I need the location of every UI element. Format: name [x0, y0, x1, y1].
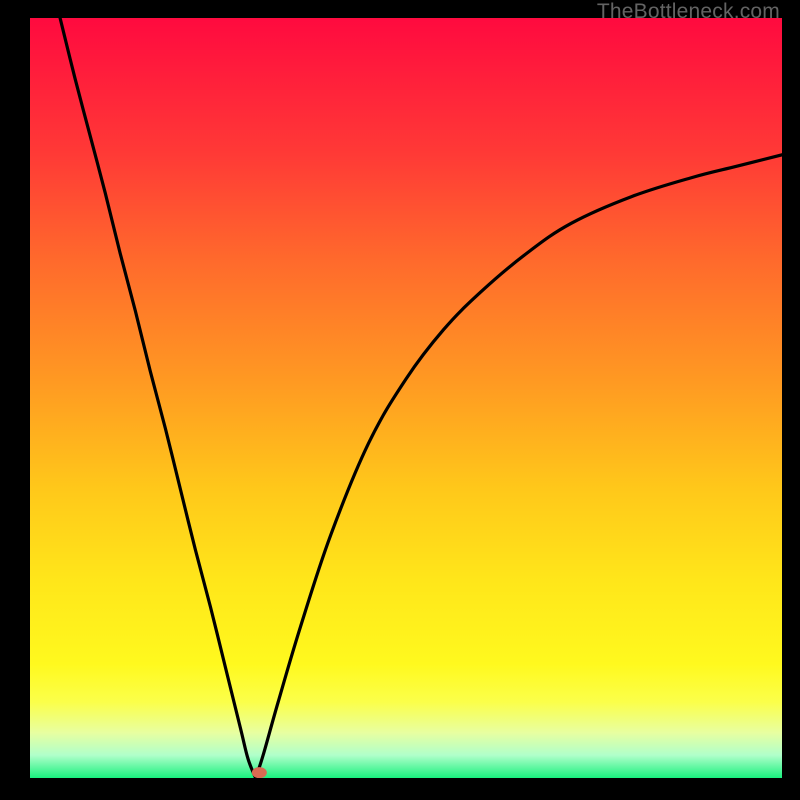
plot-svg [30, 18, 782, 778]
chart-frame: TheBottleneck.com [0, 0, 800, 800]
min-marker [252, 767, 267, 778]
curve-right [256, 155, 782, 778]
curve-left [60, 18, 256, 778]
watermark-text: TheBottleneck.com [597, 0, 780, 24]
plot-area [30, 18, 782, 778]
